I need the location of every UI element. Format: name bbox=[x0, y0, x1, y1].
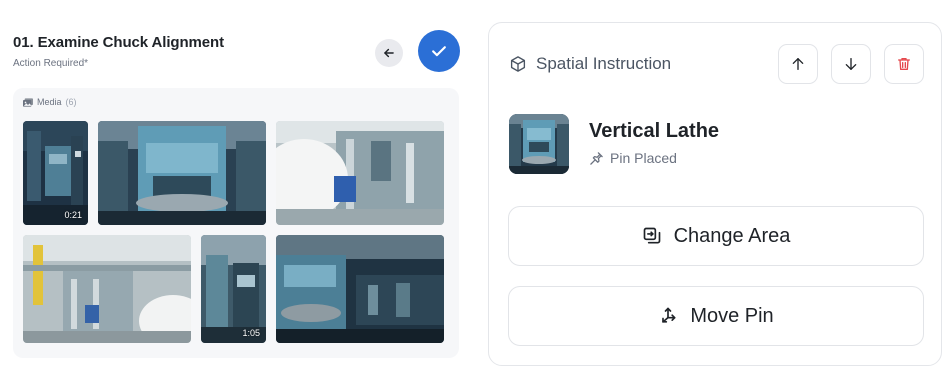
trash-icon bbox=[898, 58, 910, 70]
move-down-button[interactable] bbox=[831, 44, 871, 84]
pin-status-label: Pin Placed bbox=[610, 150, 677, 166]
confirm-button[interactable] bbox=[418, 30, 460, 72]
media-count: (6) bbox=[65, 97, 77, 107]
media-thumbnail[interactable] bbox=[98, 121, 266, 225]
step-title: 01. Examine Chuck Alignment bbox=[13, 34, 224, 51]
arrow-up-icon bbox=[792, 58, 804, 70]
location-thumbnail bbox=[509, 114, 569, 174]
media-thumbnail[interactable]: 1:05 bbox=[201, 235, 266, 343]
location-name: Vertical Lathe bbox=[589, 120, 720, 142]
move-pin-label: Move Pin bbox=[690, 304, 774, 327]
delete-button[interactable] bbox=[884, 44, 924, 84]
spatial-header: Spatial Instruction bbox=[509, 54, 671, 74]
arrow-left-icon bbox=[384, 48, 394, 58]
video-duration: 0:21 bbox=[64, 210, 82, 220]
gallery-icon bbox=[23, 97, 33, 107]
swap-area-icon bbox=[643, 227, 660, 244]
media-thumbnail[interactable]: 0:21 bbox=[23, 121, 88, 225]
change-area-label: Change Area bbox=[673, 224, 791, 247]
media-gallery: Media (6) 0:21 1:05 bbox=[13, 88, 459, 358]
cube-icon bbox=[510, 56, 526, 72]
check-icon bbox=[432, 46, 446, 57]
step-subtitle: Action Required* bbox=[13, 58, 89, 69]
pin-status: Pin Placed bbox=[589, 150, 677, 166]
spatial-heading: Spatial Instruction bbox=[536, 54, 672, 73]
move-arrows-icon bbox=[662, 307, 676, 323]
spatial-instruction-panel: Spatial Instruction Vertical Lathe Pin P… bbox=[488, 22, 942, 366]
step-panel: 01. Examine Chuck Alignment Action Requi… bbox=[0, 22, 472, 362]
pin-icon bbox=[590, 151, 603, 165]
back-button[interactable] bbox=[375, 39, 403, 67]
arrow-down-icon bbox=[845, 58, 857, 70]
media-thumbnail[interactable] bbox=[23, 235, 191, 343]
media-thumbnail[interactable] bbox=[276, 121, 444, 225]
media-label: Media bbox=[37, 97, 62, 107]
video-duration: 1:05 bbox=[242, 328, 260, 338]
media-thumbnail[interactable] bbox=[276, 235, 444, 343]
move-pin-button[interactable]: Move Pin bbox=[508, 286, 924, 346]
media-header: Media (6) bbox=[23, 97, 77, 107]
change-area-button[interactable]: Change Area bbox=[508, 206, 924, 266]
move-up-button[interactable] bbox=[778, 44, 818, 84]
